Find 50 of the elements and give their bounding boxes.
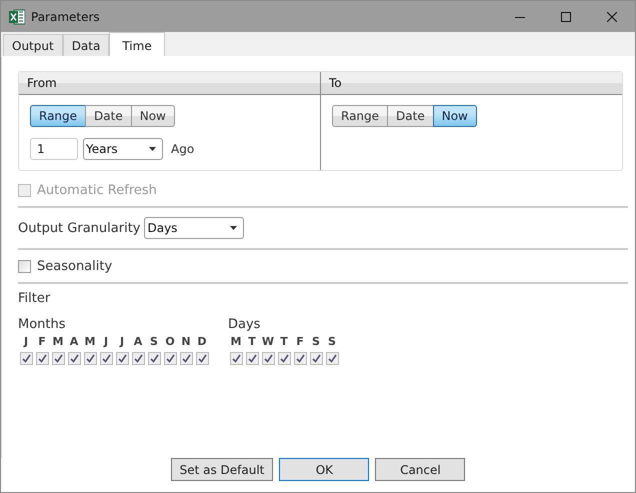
seasonality-checkbox[interactable]: [18, 260, 31, 272]
tab[interactable]: Time: [109, 32, 165, 56]
checkbox-label: T: [248, 335, 256, 349]
mode-button[interactable]: Date: [387, 105, 434, 127]
checkbox-label: J: [120, 335, 124, 349]
dialog-button[interactable]: Set as Default: [170, 458, 274, 481]
maximize-icon[interactable]: [561, 12, 571, 22]
group-label: Months: [18, 317, 67, 332]
checkbox-label: A: [70, 335, 78, 349]
dialog-button[interactable]: Cancel: [375, 458, 466, 481]
amount-field[interactable]: 1: [30, 138, 78, 160]
checkbox-label: N: [181, 335, 191, 349]
checkbox-label: T: [280, 335, 288, 349]
window-title: Parameters: [31, 10, 101, 24]
checkbox-label: D: [197, 335, 207, 349]
granularity-dropdown[interactable]: Days: [144, 217, 244, 239]
checkbox-label: F: [296, 335, 304, 349]
checkbox-label: M: [230, 335, 242, 349]
mode-button[interactable]: Now: [130, 105, 175, 127]
granularity-label: Output Granularity: [18, 220, 140, 236]
mode-button[interactable]: Range: [332, 105, 388, 127]
checkbox-label: J: [104, 335, 108, 349]
mode-button[interactable]: Date: [85, 105, 132, 127]
checkbox-label: Seasonality: [37, 258, 112, 274]
tab[interactable]: Data: [62, 34, 110, 56]
unit-dropdown[interactable]: Years: [83, 138, 163, 160]
checkbox-label: M: [52, 335, 64, 349]
dropdown-caret-icon: [230, 226, 238, 230]
close-icon[interactable]: [607, 12, 617, 22]
group-label: Days: [228, 317, 262, 332]
checkbox-label: S: [150, 335, 158, 349]
checkbox-label: W: [262, 335, 274, 349]
checkbox-label: S: [312, 335, 320, 349]
checkbox-label: Automatic Refresh: [37, 182, 157, 198]
checkbox-label: A: [134, 335, 142, 349]
ago-label: Ago: [171, 142, 194, 156]
panel-header: To: [321, 72, 622, 95]
tab[interactable]: Output: [3, 34, 63, 56]
spreadsheet-app-icon: [9, 8, 25, 24]
checkbox-label: O: [165, 335, 175, 349]
checkbox-label: S: [328, 335, 336, 349]
mode-button[interactable]: Now: [432, 105, 477, 127]
section-title: Filter: [18, 291, 52, 306]
dropdown-caret-icon: [149, 147, 156, 151]
checkbox-label: J: [24, 335, 28, 349]
panel-header: From: [19, 72, 320, 95]
checkbox-label: M: [84, 335, 96, 349]
checkbox-label: F: [38, 335, 46, 349]
mode-button[interactable]: Range: [30, 105, 86, 127]
dialog-button[interactable]: OK: [279, 458, 370, 481]
